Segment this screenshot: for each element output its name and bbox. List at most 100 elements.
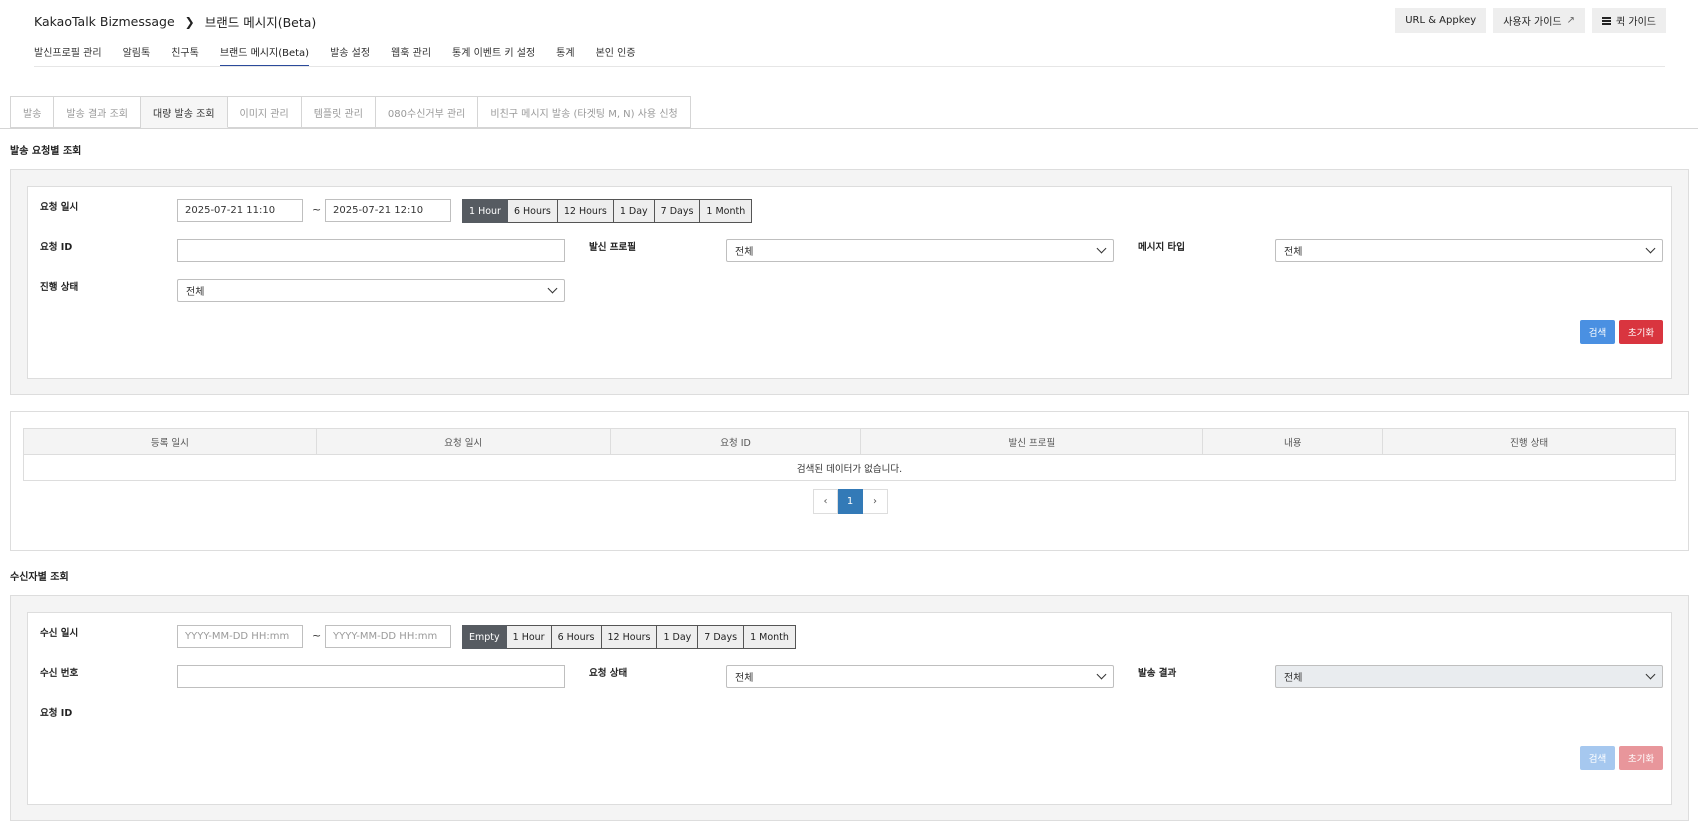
range-1-month[interactable]: 1 Month <box>744 625 796 649</box>
recipient-reset-button[interactable]: 초기화 <box>1619 746 1663 770</box>
receive-end-input[interactable]: YYYY-MM-DD HH:mm <box>325 625 451 648</box>
external-link-icon: ↗ <box>1566 15 1576 26</box>
col-request-id[interactable]: 요청 ID <box>609 428 862 455</box>
tab-080-reject[interactable]: 080수신거부 관리 <box>375 96 479 128</box>
request-search-panel: 요청 일시 2025-07-21 11:10 ~ 2025-07-21 12:1… <box>10 169 1689 395</box>
request-start-input[interactable]: 2025-07-21 11:10 <box>177 199 303 222</box>
nav-verification[interactable]: 본인 인증 <box>596 36 636 66</box>
range-1-day[interactable]: 1 Day <box>657 625 699 649</box>
range-tilde: ~ <box>312 203 322 216</box>
nav-brand-message[interactable]: 브랜드 메시지(Beta) <box>219 36 310 66</box>
recipient-range-group: Empty 1 Hour 6 Hours 12 Hours 1 Day 7 Da… <box>462 625 796 649</box>
send-result-select[interactable]: 전체 <box>1275 665 1663 688</box>
request-section-title: 발송 요청별 조회 <box>10 146 82 157</box>
recipient-search-button[interactable]: 검색 <box>1580 746 1615 770</box>
range-7-days[interactable]: 7 Days <box>698 625 745 649</box>
nav-stats-event-key[interactable]: 통계 이벤트 키 설정 <box>452 36 535 66</box>
request-search-form: 요청 일시 2025-07-21 11:10 ~ 2025-07-21 12:1… <box>27 186 1672 379</box>
main-nav: 발신프로필 관리 알림톡 친구톡 브랜드 메시지(Beta) 발송 설정 웹훅 … <box>34 36 657 66</box>
request-status-value: 전체 <box>735 673 754 684</box>
status-value: 전체 <box>186 287 205 298</box>
col-content[interactable]: 내용 <box>1202 428 1384 455</box>
status-select[interactable]: 전체 <box>177 279 565 302</box>
tab-template[interactable]: 템플릿 관리 <box>301 96 376 128</box>
nav-webhook[interactable]: 웹훅 관리 <box>391 36 431 66</box>
sender-profile-value: 전체 <box>735 247 754 258</box>
user-guide-button[interactable]: 사용자 가이드 ↗ <box>1493 8 1586 33</box>
sub-tabs: 발송 발송 결과 조회 대량 발송 조회 이미지 관리 템플릿 관리 080수신… <box>10 96 691 128</box>
results-table: 등록 일시 요청 일시 요청 ID 발신 프로필 내용 진행 상태 검색된 데이… <box>23 428 1676 481</box>
recipient-search-form: 수신 일시 YYYY-MM-DD HH:mm ~ YYYY-MM-DD HH:m… <box>27 612 1672 805</box>
tab-send[interactable]: 발송 <box>10 96 55 128</box>
sender-profile-select[interactable]: 전체 <box>726 239 1114 262</box>
url-appkey-label: URL & Appkey <box>1405 15 1477 26</box>
status-label: 진행 상태 <box>40 282 79 293</box>
send-result-value: 전체 <box>1284 673 1303 684</box>
request-search-button[interactable]: 검색 <box>1580 320 1615 344</box>
user-guide-label: 사용자 가이드 <box>1503 17 1562 28</box>
pagination-prev[interactable]: ‹ <box>813 489 838 514</box>
col-sender-profile[interactable]: 발신 프로필 <box>860 428 1204 455</box>
range-empty[interactable]: Empty <box>462 625 507 649</box>
results-panel: 등록 일시 요청 일시 요청 ID 발신 프로필 내용 진행 상태 검색된 데이… <box>10 411 1689 551</box>
nav-sender-profile[interactable]: 발신프로필 관리 <box>34 36 102 66</box>
breadcrumb-page: 브랜드 메시지(Beta) <box>204 15 317 30</box>
request-range-group: 1 Hour 6 Hours 12 Hours 1 Day 7 Days 1 M… <box>462 199 753 223</box>
recipient-number-label: 수신 번호 <box>40 668 79 679</box>
nav-send-settings[interactable]: 발송 설정 <box>330 36 370 66</box>
range-12-hours[interactable]: 12 Hours <box>601 625 658 649</box>
col-status[interactable]: 진행 상태 <box>1382 428 1676 455</box>
chevron-down-icon <box>1096 243 1107 254</box>
page-header: KakaoTalk Bizmessage ❯ 브랜드 메시지(Beta) URL… <box>0 0 1698 68</box>
header-actions: URL & Appkey 사용자 가이드 ↗ 퀵 가이드 <box>1395 8 1666 33</box>
message-type-label: 메시지 타입 <box>1138 242 1186 253</box>
chevron-down-icon <box>547 283 558 294</box>
nav-divider <box>34 66 1665 67</box>
tab-image[interactable]: 이미지 관리 <box>227 96 302 128</box>
nav-stats[interactable]: 통계 <box>556 36 574 66</box>
url-appkey-button[interactable]: URL & Appkey <box>1395 8 1487 33</box>
message-type-value: 전체 <box>1284 247 1303 258</box>
request-end-input[interactable]: 2025-07-21 12:10 <box>325 199 451 222</box>
recipient-number-input[interactable] <box>177 665 565 688</box>
range-6-hours[interactable]: 6 Hours <box>507 199 558 223</box>
nav-alimtalk[interactable]: 알림톡 <box>123 36 151 66</box>
sender-profile-label: 발신 프로필 <box>589 242 637 253</box>
tabs-divider <box>0 128 1698 129</box>
recipient-search-panel: 수신 일시 YYYY-MM-DD HH:mm ~ YYYY-MM-DD HH:m… <box>10 595 1689 821</box>
range-tilde: ~ <box>312 629 322 642</box>
pagination-page-1[interactable]: 1 <box>838 489 863 514</box>
request-status-select[interactable]: 전체 <box>726 665 1114 688</box>
table-header-row: 등록 일시 요청 일시 요청 ID 발신 프로필 내용 진행 상태 <box>23 428 1676 455</box>
request-datetime-label: 요청 일시 <box>40 202 79 213</box>
tab-send-result[interactable]: 발송 결과 조회 <box>54 96 141 128</box>
range-12-hours[interactable]: 12 Hours <box>557 199 614 223</box>
pagination-next[interactable]: › <box>863 489 888 514</box>
breadcrumb-app[interactable]: KakaoTalk Bizmessage <box>34 14 175 29</box>
col-requested-at[interactable]: 요청 일시 <box>315 428 611 455</box>
tab-non-friend[interactable]: 비친구 메시지 발송 (타겟팅 M, N) 사용 신청 <box>478 96 691 128</box>
col-registered-at[interactable]: 등록 일시 <box>23 428 317 455</box>
range-1-day[interactable]: 1 Day <box>613 199 655 223</box>
request-id-input[interactable] <box>177 239 565 262</box>
receive-start-input[interactable]: YYYY-MM-DD HH:mm <box>177 625 303 648</box>
chevron-down-icon <box>1645 669 1656 680</box>
range-1-hour[interactable]: 1 Hour <box>506 625 552 649</box>
range-1-month[interactable]: 1 Month <box>700 199 753 223</box>
nav-friendtalk[interactable]: 친구톡 <box>171 36 199 66</box>
tab-bulk-send[interactable]: 대량 발송 조회 <box>140 96 228 128</box>
request-id-label: 요청 ID <box>40 242 73 253</box>
quick-guide-label: 퀵 가이드 <box>1616 17 1656 28</box>
quick-guide-button[interactable]: 퀵 가이드 <box>1592 8 1666 33</box>
chevron-down-icon <box>1096 669 1107 680</box>
range-1-hour[interactable]: 1 Hour <box>462 199 508 223</box>
chevron-right-icon: ❯ <box>184 14 195 29</box>
send-result-label: 발송 결과 <box>1138 668 1177 679</box>
range-7-days[interactable]: 7 Days <box>654 199 701 223</box>
recipient-section-title: 수신자별 조회 <box>10 572 69 583</box>
request-status-label: 요청 상태 <box>589 668 628 679</box>
request-reset-button[interactable]: 초기화 <box>1619 320 1663 344</box>
range-6-hours[interactable]: 6 Hours <box>551 625 602 649</box>
message-type-select[interactable]: 전체 <box>1275 239 1663 262</box>
receive-datetime-label: 수신 일시 <box>40 628 79 639</box>
